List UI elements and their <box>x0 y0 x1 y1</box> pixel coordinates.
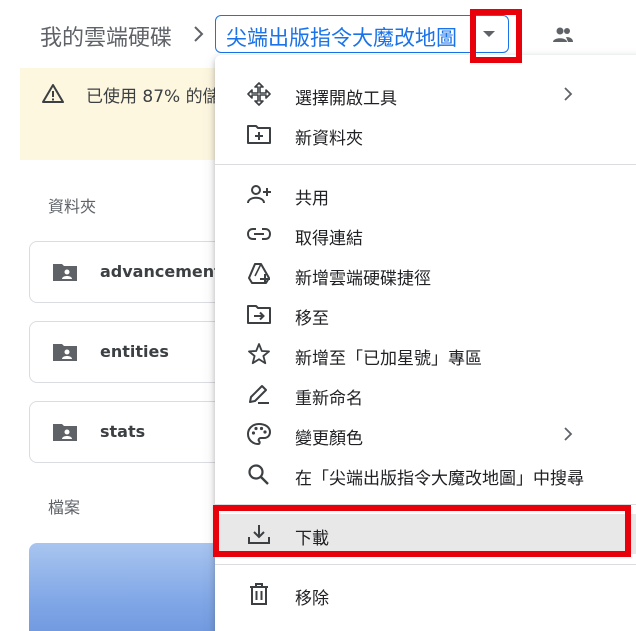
warning-icon <box>42 84 64 103</box>
menu-item-get-link[interactable]: 取得連結 <box>215 214 636 254</box>
folder-card-entities[interactable]: entities <box>29 321 229 383</box>
shared-folder-icon <box>53 264 77 281</box>
chevron-right-icon <box>564 427 573 441</box>
menu-item-download[interactable]: 下載 <box>215 514 636 554</box>
add-shortcut-icon <box>248 263 270 284</box>
menu-item-change-color[interactable]: 變更顏色 <box>215 414 636 454</box>
breadcrumb-current-folder[interactable]: 尖端出版指令大魔改地圖 <box>215 15 509 53</box>
menu-item-label: 新增至「已加星號」專區 <box>295 349 482 369</box>
menu-item-label: 在「尖端出版指令大魔改地圖」中搜尋 <box>295 469 584 489</box>
menu-item-label: 下載 <box>295 529 329 549</box>
files-section-label: 檔案 <box>48 498 81 517</box>
folder-name: advancements <box>100 262 232 281</box>
share-person-icon <box>247 185 271 204</box>
menu-item-search-in-folder[interactable]: 在「尖端出版指令大魔改地圖」中搜尋 <box>215 454 636 494</box>
menu-item-label: 新增雲端硬碟捷徑 <box>295 269 431 289</box>
menu-item-add-star[interactable]: 新增至「已加星號」專區 <box>215 334 636 374</box>
shared-folder-icon <box>53 344 77 361</box>
menu-item-rename[interactable]: 重新命名 <box>215 374 636 414</box>
folder-name: stats <box>100 422 146 441</box>
menu-divider <box>215 564 636 565</box>
folder-card-stats[interactable]: stats <box>29 401 229 463</box>
chevron-right-icon <box>194 26 204 42</box>
folder-name: entities <box>100 342 169 361</box>
menu-item-label: 變更顏色 <box>295 429 363 449</box>
menu-divider <box>215 164 636 165</box>
menu-item-new-folder[interactable]: 新資料夾 <box>215 114 636 154</box>
menu-item-add-shortcut[interactable]: 新增雲端硬碟捷徑 <box>215 254 636 294</box>
menu-item-label: 移至 <box>295 309 329 329</box>
caret-down-icon[interactable] <box>478 22 500 46</box>
folders-section-label: 資料夾 <box>48 197 97 216</box>
menu-item-label: 共用 <box>295 189 329 209</box>
star-icon <box>248 343 270 365</box>
search-icon <box>248 464 269 485</box>
shared-folder-icon <box>53 424 77 441</box>
menu-item-open-with[interactable]: 選擇開啟工具 <box>215 74 636 114</box>
shared-people-icon[interactable] <box>552 26 574 44</box>
folder-card-advancements[interactable]: advancements <box>29 241 232 303</box>
link-icon <box>246 228 272 240</box>
breadcrumb-current-label: 尖端出版指令大魔改地圖 <box>226 26 457 50</box>
trash-icon <box>250 583 268 605</box>
chevron-right-icon <box>564 87 573 101</box>
file-thumbnail[interactable] <box>29 543 229 631</box>
menu-item-label: 重新命名 <box>295 389 363 409</box>
open-with-icon <box>247 82 271 106</box>
menu-item-label: 新資料夾 <box>295 129 363 149</box>
palette-icon <box>246 422 272 446</box>
menu-item-label: 選擇開啟工具 <box>295 89 397 109</box>
storage-usage-text: 已使用 87% 的儲存空間 <box>86 87 216 107</box>
context-menu: 選擇開啟工具 新資料夾 共用 取得連結 新增雲端硬碟捷徑 移至 新增至「已加星號… <box>215 55 636 631</box>
menu-divider <box>215 504 636 505</box>
move-to-folder-icon <box>247 305 271 324</box>
menu-item-share[interactable]: 共用 <box>215 174 636 214</box>
download-icon <box>248 525 270 544</box>
breadcrumb-root[interactable]: 我的雲端硬碟 <box>40 20 172 52</box>
rename-pencil-icon <box>249 385 269 404</box>
menu-item-label: 移除 <box>295 589 329 609</box>
drive-page: 我的雲端硬碟 尖端出版指令大魔改地圖 已使用 87% 的儲存空間 共 資料夾 a… <box>0 0 636 631</box>
menu-item-remove[interactable]: 移除 <box>215 574 636 614</box>
menu-item-move-to[interactable]: 移至 <box>215 294 636 334</box>
new-folder-icon <box>247 125 271 144</box>
menu-item-label: 取得連結 <box>295 229 363 249</box>
